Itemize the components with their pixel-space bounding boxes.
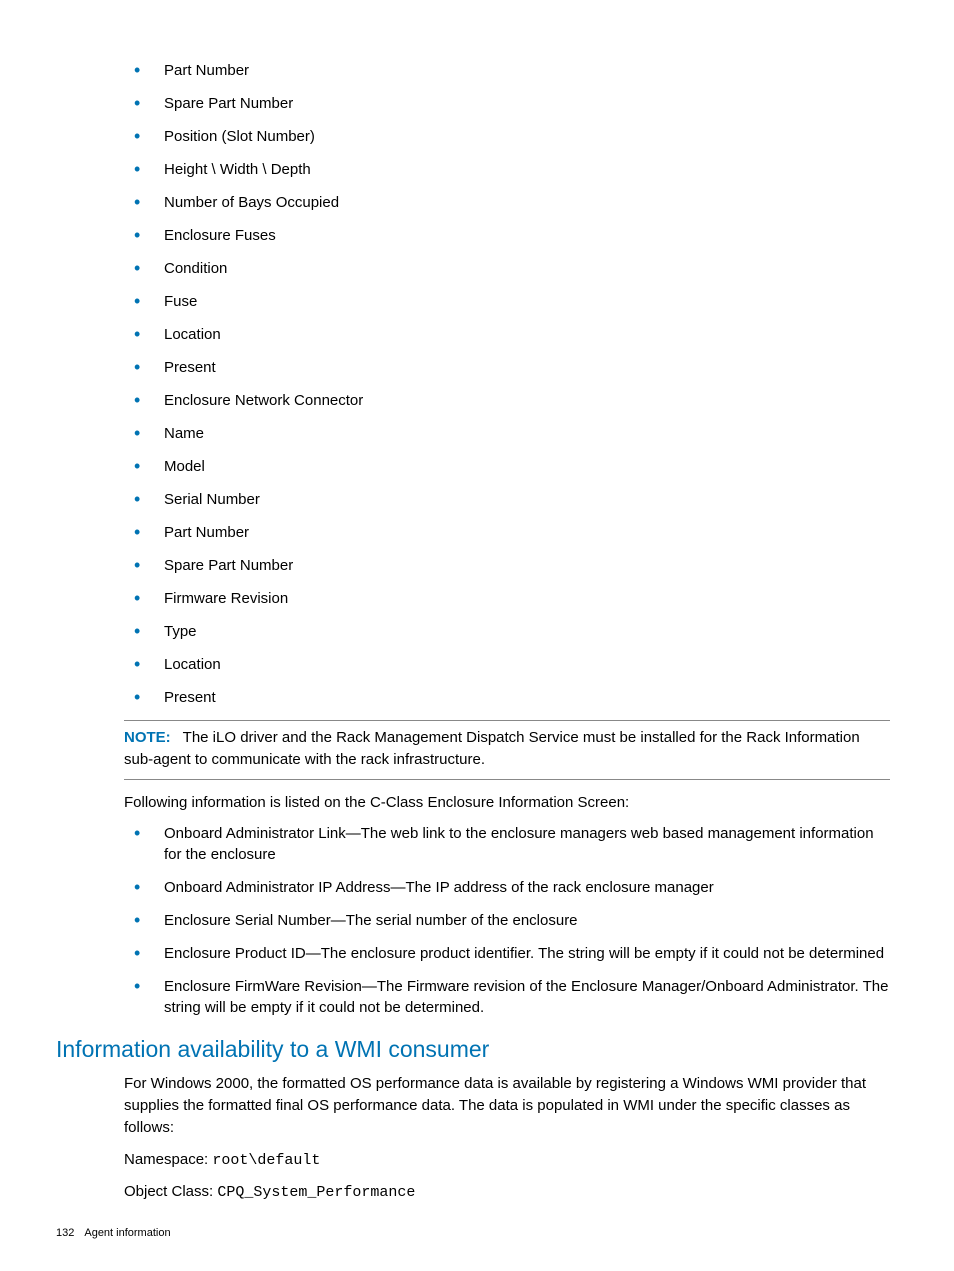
list-item: Model	[124, 456, 890, 477]
paragraph: For Windows 2000, the formatted OS perfo…	[124, 1073, 890, 1138]
footer-title: Agent information	[84, 1227, 170, 1239]
list-item: Position (Slot Number)	[124, 126, 890, 147]
list-item: Firmware Revision	[124, 588, 890, 609]
note-text: The iLO driver and the Rack Management D…	[124, 729, 860, 768]
bullet-list-2: Onboard Administrator Link—The web link …	[124, 823, 890, 1018]
list-item: Onboard Administrator IP Address—The IP …	[124, 877, 890, 898]
list-item: Present	[124, 357, 890, 378]
section-heading: Information availability to a WMI consum…	[56, 1036, 890, 1063]
list-item: Enclosure FirmWare Revision—The Firmware…	[124, 976, 890, 1018]
object-class-value: CPQ_System_Performance	[217, 1184, 415, 1201]
namespace-label: Namespace:	[124, 1151, 212, 1168]
list-item: Enclosure Product ID—The enclosure produ…	[124, 943, 890, 964]
page-number: 132	[56, 1227, 74, 1239]
namespace-line: Namespace: root\default	[124, 1149, 890, 1172]
list-item: Enclosure Fuses	[124, 225, 890, 246]
note-box: NOTE:The iLO driver and the Rack Managem…	[124, 720, 890, 780]
paragraph: Following information is listed on the C…	[124, 792, 890, 814]
list-item: Enclosure Serial Number—The serial numbe…	[124, 910, 890, 931]
list-item: Serial Number	[124, 489, 890, 510]
list-item: Onboard Administrator Link—The web link …	[124, 823, 890, 865]
list-item: Present	[124, 687, 890, 708]
page-content: Part Number Spare Part Number Position (…	[56, 60, 898, 1204]
list-item: Spare Part Number	[124, 93, 890, 114]
object-class-line: Object Class: CPQ_System_Performance	[124, 1181, 890, 1204]
list-item: Height \ Width \ Depth	[124, 159, 890, 180]
list-item: Enclosure Network Connector	[124, 390, 890, 411]
bullet-list-1: Part Number Spare Part Number Position (…	[124, 60, 890, 708]
list-item: Fuse	[124, 291, 890, 312]
list-item: Name	[124, 423, 890, 444]
list-item: Number of Bays Occupied	[124, 192, 890, 213]
list-item: Condition	[124, 258, 890, 279]
note-label: NOTE:	[124, 729, 171, 746]
list-item: Part Number	[124, 522, 890, 543]
page-footer: 132 Agent information	[56, 1227, 171, 1239]
list-item: Type	[124, 621, 890, 642]
list-item: Location	[124, 324, 890, 345]
object-class-label: Object Class:	[124, 1183, 217, 1200]
list-item: Spare Part Number	[124, 555, 890, 576]
list-item: Location	[124, 654, 890, 675]
list-item: Part Number	[124, 60, 890, 81]
namespace-value: root\default	[212, 1152, 320, 1169]
